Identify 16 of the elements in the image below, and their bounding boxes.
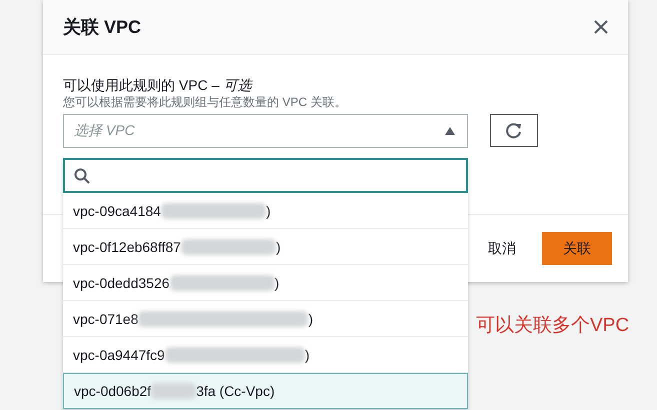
refresh-button[interactable] — [490, 114, 538, 147]
dialog-title: 关联 VPC — [63, 16, 142, 39]
vpc-option[interactable]: vpc-0f12eb68ff87 ) — [63, 229, 468, 265]
vpc-option[interactable]: vpc-0dedd3526 ) — [63, 265, 468, 301]
search-field[interactable] — [63, 158, 468, 193]
associate-button[interactable]: 关联 — [542, 232, 612, 265]
vpc-option[interactable]: vpc-071e8 ) — [63, 301, 468, 337]
field-label: 可以使用此规则的 VPC – 可选 — [63, 77, 254, 94]
vpc-option[interactable]: vpc-09ca4184 ) — [63, 193, 468, 229]
refresh-icon — [505, 122, 523, 140]
cancel-button[interactable]: 取消 — [482, 232, 522, 266]
search-icon — [74, 168, 90, 184]
annotation-text: 可以关联多个VPC — [476, 314, 630, 338]
field-description: 您可以根据需要将此规则组与任意数量的 VPC 关联。 — [63, 94, 348, 110]
close-icon[interactable] — [594, 20, 608, 34]
vpc-option[interactable]: vpc-0d06b2f 3fa (Cc-Vpc) — [63, 373, 468, 409]
